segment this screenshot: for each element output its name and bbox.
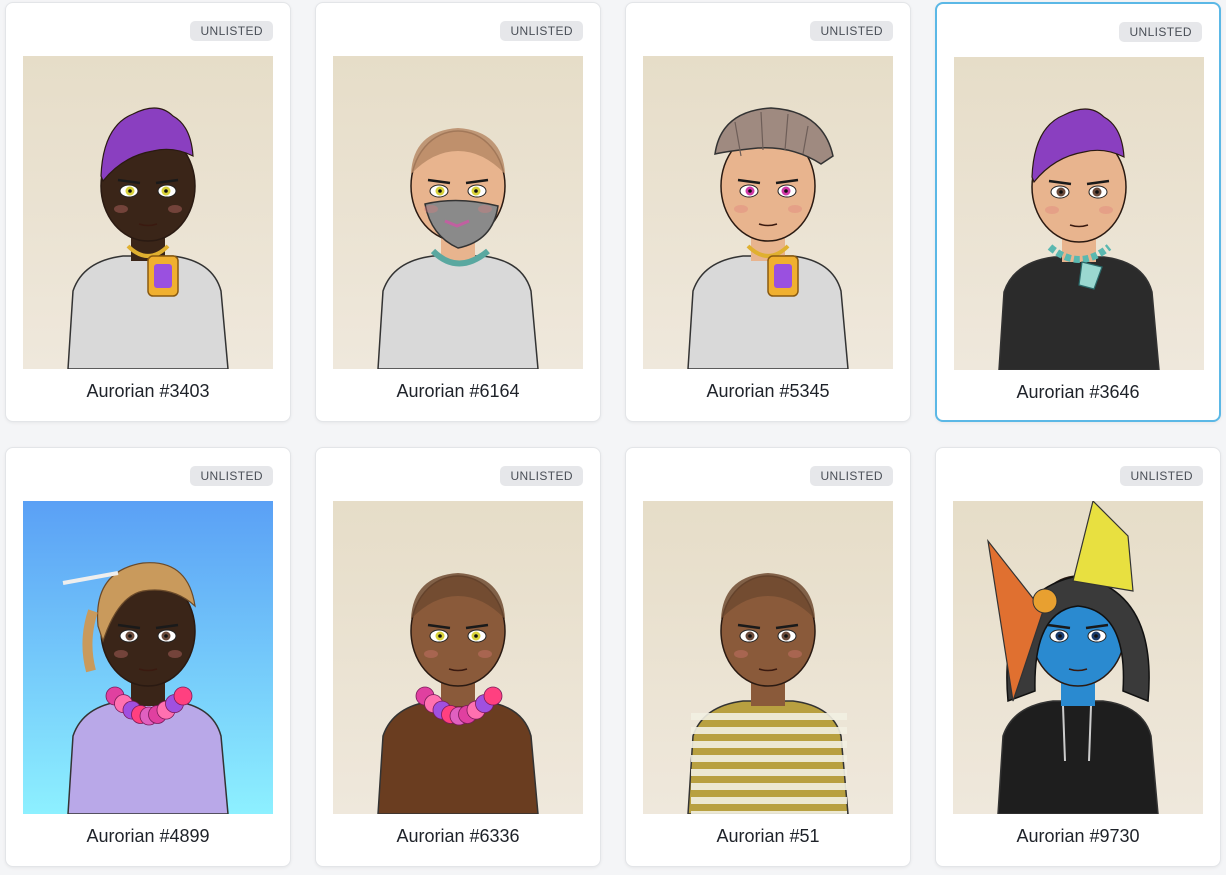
nft-name: Aurorian #9730 [1016, 826, 1140, 846]
nft-card[interactable]: UNLISTED Aurorian #3403 [5, 2, 291, 422]
listing-status-badge: UNLISTED [190, 466, 273, 486]
nft-name: Aurorian #3646 [1016, 382, 1140, 402]
nft-name: Aurorian #6336 [396, 826, 520, 846]
listing-status-badge: UNLISTED [500, 466, 583, 486]
listing-status-badge: UNLISTED [810, 21, 893, 41]
nft-card[interactable]: UNLISTED Aurorian #9730 [935, 447, 1221, 867]
nft-artwork[interactable] [643, 501, 893, 814]
nft-card[interactable]: UNLISTED Aurorian #4899 [5, 447, 291, 867]
nft-artwork[interactable] [333, 56, 583, 369]
listing-status-badge: UNLISTED [1120, 466, 1203, 486]
nft-card[interactable]: UNLISTED Aurorian #6164 [315, 2, 601, 422]
nft-artwork[interactable] [23, 501, 273, 814]
nft-name: Aurorian #51 [716, 826, 820, 846]
nft-name: Aurorian #5345 [706, 381, 830, 401]
nft-artwork[interactable] [23, 56, 273, 369]
nft-artwork[interactable] [954, 57, 1204, 370]
nft-artwork[interactable] [953, 501, 1203, 814]
listing-status-badge: UNLISTED [190, 21, 273, 41]
nft-name: Aurorian #6164 [396, 381, 520, 401]
listing-status-badge: UNLISTED [1119, 22, 1202, 42]
listing-status-badge: UNLISTED [810, 466, 893, 486]
nft-name: Aurorian #4899 [86, 826, 210, 846]
nft-card[interactable]: UNLISTED Aurorian #5345 [625, 2, 911, 422]
nft-card[interactable]: UNLISTED Aurorian #3646 [935, 2, 1221, 422]
nft-name: Aurorian #3403 [86, 381, 210, 401]
nft-artwork[interactable] [333, 501, 583, 814]
listing-status-badge: UNLISTED [500, 21, 583, 41]
nft-card[interactable]: UNLISTED Aurorian #6336 [315, 447, 601, 867]
nft-artwork[interactable] [643, 56, 893, 369]
nft-card[interactable]: UNLISTED Aurorian #51 [625, 447, 911, 867]
